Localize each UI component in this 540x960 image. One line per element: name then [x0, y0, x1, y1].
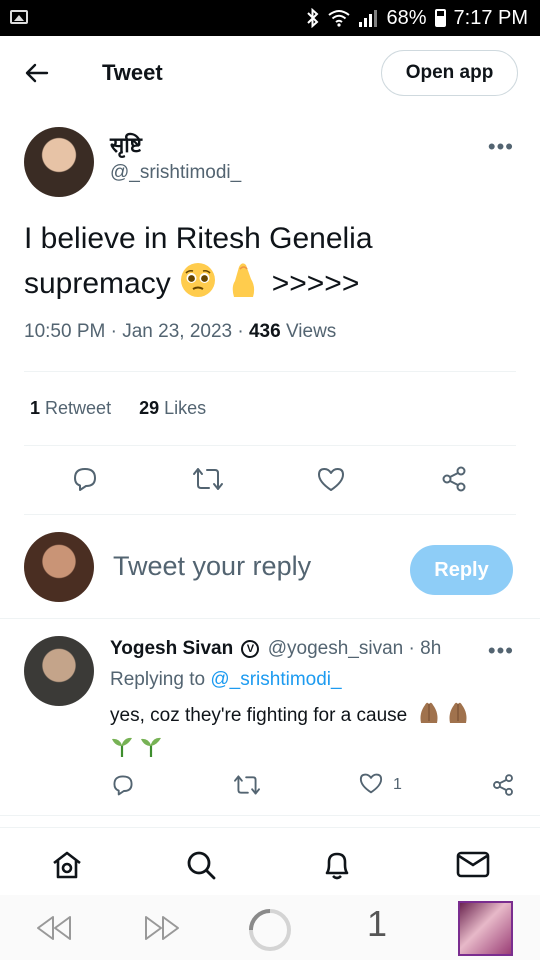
reply-input[interactable]: Tweet your reply [113, 551, 311, 582]
reply-text-body: yes, coz they're fighting for a cause [110, 705, 408, 726]
meta-separator: · [237, 321, 249, 342]
share-icon[interactable] [491, 770, 515, 800]
divider [24, 445, 516, 446]
battery-percent: 68% [386, 6, 427, 29]
status-icons: 68% 7:17 PM [306, 5, 528, 31]
like-icon[interactable] [313, 461, 349, 497]
reply-text: yes, coz they're fighting for a cause [110, 699, 510, 767]
page-title: Tweet [102, 60, 163, 85]
retweets-stat[interactable]: 1 Retweet [30, 398, 111, 419]
author-avatar[interactable] [24, 127, 94, 197]
more-options-icon[interactable]: ••• [488, 134, 514, 160]
pleading-face-emoji [179, 261, 217, 310]
reply-actions: 1 [0, 770, 540, 802]
tweet-actions [0, 461, 540, 501]
pinched-fingers-emoji [225, 259, 263, 310]
signal-icon [358, 9, 378, 27]
retweets-count: 1 [30, 398, 41, 418]
seedling-emoji [139, 734, 163, 767]
retweet-icon[interactable] [190, 461, 226, 497]
user-avatar[interactable] [24, 532, 94, 602]
bottom-nav [0, 833, 540, 895]
tweet-text: I believe in Ritesh Genelia supremacy >>… [24, 218, 514, 310]
status-bar: 68% 7:17 PM [0, 0, 540, 36]
reply-header: Yogesh Sivan V @yogesh_sivan · 8h [110, 638, 441, 660]
tweet-stats: 1 Retweet 29 Likes [30, 398, 206, 419]
share-icon[interactable] [436, 461, 472, 497]
views-label: Views [285, 321, 337, 342]
folded-hands-emoji [446, 699, 470, 734]
fast-forward-icon[interactable] [142, 911, 182, 945]
reply-author-name[interactable]: Yogesh Sivan [110, 638, 233, 659]
search-icon[interactable] [183, 847, 219, 883]
verified-badge-icon: V [241, 640, 260, 658]
reply-time[interactable]: 8h [420, 638, 441, 659]
folded-hands-emoji [417, 699, 441, 734]
home-icon[interactable] [49, 847, 85, 883]
reply-author-handle[interactable]: @yogesh_sivan [268, 638, 403, 659]
tweet-header: Tweet Open app [0, 36, 540, 110]
divider [24, 514, 516, 515]
replying-to: Replying to @_srishtimodi_ [110, 669, 342, 691]
loading-icon [246, 906, 294, 954]
divider [0, 815, 540, 816]
page-thumbnail[interactable] [458, 901, 513, 956]
meta-separator: · [110, 321, 123, 342]
rewind-icon[interactable] [34, 911, 74, 945]
seedling-emoji [110, 734, 134, 767]
arrow-left-icon[interactable] [22, 58, 52, 88]
image-icon [10, 10, 28, 24]
open-app-button[interactable]: Open app [381, 50, 518, 96]
author-handle[interactable]: @_srishtimodi_ [110, 162, 241, 184]
tweet-text-tail: >>>>> [271, 267, 360, 300]
replying-prefix: Replying to [110, 669, 206, 690]
author-name[interactable]: सृष्टि [110, 131, 142, 159]
views-count: 436 [248, 321, 281, 342]
reply-author-avatar[interactable] [24, 636, 94, 706]
tweet-text-line2: supremacy >>>>> [24, 259, 514, 310]
tweet-time[interactable]: 10:50 PM [24, 321, 105, 342]
like-count: 1 [393, 776, 402, 793]
battery-icon [434, 9, 446, 27]
tweet-meta: 10:50 PM · Jan 23, 2023 · 436 Views [24, 321, 336, 343]
likes-label: Likes [164, 398, 207, 418]
reply-icon[interactable] [111, 770, 135, 800]
likes-count: 29 [139, 398, 160, 418]
reply-icon[interactable] [67, 461, 103, 497]
like-button[interactable]: 1 [359, 770, 402, 800]
browser-bar: 1 [0, 895, 540, 960]
more-options-icon[interactable]: ••• [488, 638, 514, 664]
likes-stat[interactable]: 29 Likes [139, 398, 206, 419]
divider [0, 827, 540, 828]
wifi-icon [328, 9, 351, 27]
meta-separator: · [408, 638, 421, 659]
reply-button[interactable]: Reply [410, 545, 513, 595]
notifications-icon[interactable] [319, 847, 355, 883]
tabs-counter[interactable]: 1 [360, 903, 394, 945]
replying-mention[interactable]: @_srishtimodi_ [210, 669, 341, 690]
tweet-text-word: supremacy [24, 267, 171, 300]
retweet-icon[interactable] [233, 770, 261, 800]
tweet-text-line1: I believe in Ritesh Genelia [24, 222, 373, 255]
divider [0, 618, 540, 619]
clock: 7:17 PM [453, 6, 528, 29]
bluetooth-icon [306, 8, 320, 28]
like-icon [359, 772, 383, 799]
messages-icon[interactable] [455, 847, 491, 883]
tweet-date[interactable]: Jan 23, 2023 [122, 321, 232, 342]
retweets-label: Retweet [45, 398, 112, 418]
divider [24, 371, 516, 372]
